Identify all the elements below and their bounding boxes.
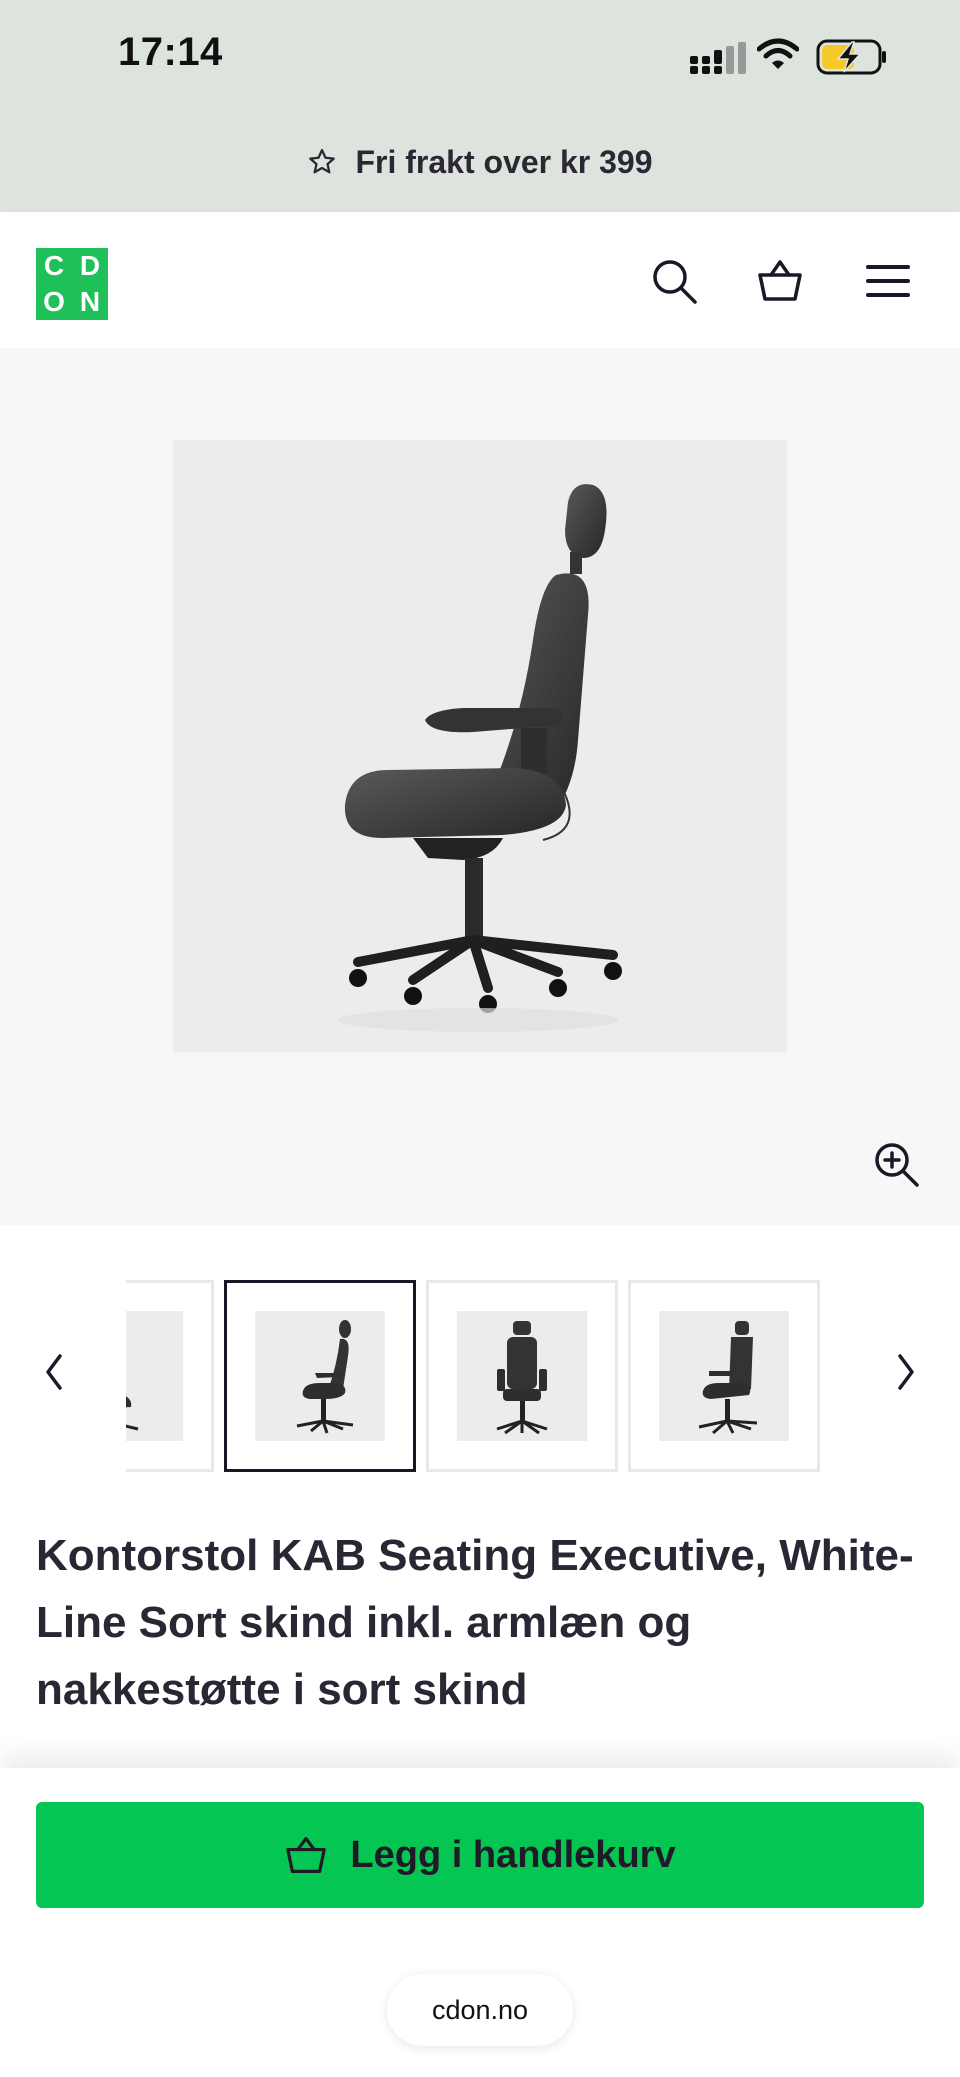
basket-icon[interactable] <box>756 257 804 305</box>
product-title: Kontorstol KAB Seating Executive, White-… <box>36 1531 914 1714</box>
thumbnail-item-active[interactable] <box>224 1280 416 1472</box>
promo-text: Fri frakt over kr 399 <box>355 143 653 180</box>
menu-icon[interactable] <box>864 257 912 305</box>
thumbnail-item[interactable] <box>628 1280 820 1472</box>
browser-url-bar[interactable]: cdon.no <box>387 1974 573 2046</box>
site-header: C D O N <box>0 212 960 348</box>
chair-thumbnail-front <box>496 1321 548 1435</box>
sticky-cart-bar: Legg i handlekurv cdon.no <box>0 1768 960 2077</box>
logo-letter: C <box>43 250 65 281</box>
zoom-in-icon[interactable] <box>872 1140 920 1188</box>
thumbnail-strip <box>0 1278 960 1478</box>
thumbnail-item[interactable] <box>126 1280 214 1472</box>
basket-icon <box>286 1837 327 1873</box>
battery-charging-icon <box>816 39 886 75</box>
office-chair-image <box>338 484 622 1032</box>
add-to-cart-label: Legg i handlekurv <box>350 1833 676 1876</box>
logo-letter: D <box>79 250 101 281</box>
add-to-cart-button[interactable]: Legg i handlekurv <box>36 1802 924 1908</box>
chevron-right-icon[interactable] <box>888 1346 924 1398</box>
thumbnail-item[interactable] <box>426 1280 618 1472</box>
logo-letter: O <box>43 286 65 317</box>
chevron-left-icon[interactable] <box>36 1346 72 1398</box>
product-main-image[interactable] <box>173 440 787 1052</box>
chair-thumbnail-partial <box>126 1396 139 1431</box>
product-gallery <box>0 348 960 1225</box>
shipping-promo: Fri frakt over kr 399 <box>0 140 960 184</box>
cellular-signal-icon <box>690 42 746 74</box>
chair-thumbnail-three-quarter <box>698 1321 758 1435</box>
status-time: 17:14 <box>118 30 223 74</box>
cdon-logo[interactable]: C D O N <box>36 248 108 320</box>
star-icon <box>309 149 336 174</box>
thumbnail-viewport <box>126 1278 846 1478</box>
top-band: 17:14 Fri frakt over kr 399 <box>0 0 960 212</box>
chair-thumbnail-side <box>296 1320 354 1434</box>
logo-letter: N <box>79 286 101 317</box>
wifi-icon <box>757 38 799 69</box>
search-icon[interactable] <box>650 257 698 305</box>
